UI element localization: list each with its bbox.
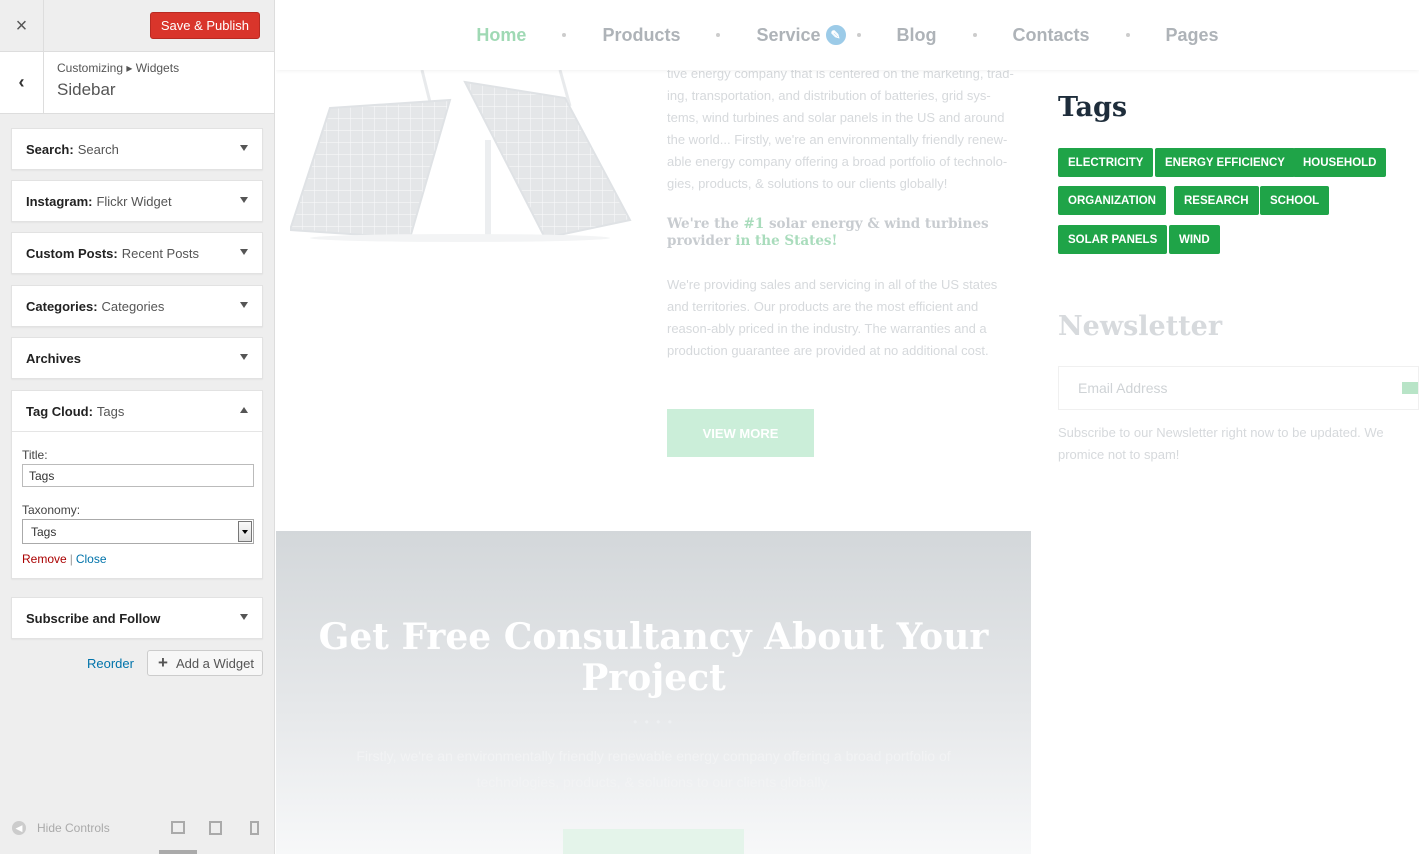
consultancy-banner: Get Free Consultancy About Your Project … <box>276 531 1031 854</box>
widget-type: Instagram: <box>26 193 93 209</box>
widget-custom-posts[interactable]: Custom Posts: Recent Posts <box>11 232 263 274</box>
widget-title: Categories <box>101 298 165 314</box>
add-widget-label: Add a Widget <box>175 655 254 671</box>
cta-divider: • • • • <box>633 715 674 729</box>
add-widget-button[interactable]: + Add a Widget <box>147 650 263 676</box>
widget-title: Tags <box>96 403 125 419</box>
highlight-prefix: We're the <box>667 216 744 232</box>
nav-home[interactable]: Home <box>476 25 526 46</box>
widget-type: Custom Posts: <box>26 245 118 261</box>
newsletter-note: Subscribe to our Newsletter right now to… <box>1058 425 1384 462</box>
solar-panels-image <box>290 70 632 242</box>
customizer-panel: × Save & Publish ‹ Customizing ▸ Widgets… <box>0 0 275 854</box>
dropdown-arrow-icon[interactable] <box>238 521 252 542</box>
breadcrumb: Customizing ▸ Widgets <box>57 61 180 75</box>
email-placeholder: Email Address <box>1078 380 1168 396</box>
tablet-preview-icon[interactable] <box>209 821 222 835</box>
collapse-arrow-icon[interactable] <box>240 407 248 413</box>
widget-tag-cloud[interactable]: Tag Cloud:Tags Title: Taxonomy: Tags Rem… <box>11 390 263 579</box>
view-more-button[interactable]: VIEW MORE <box>667 409 814 457</box>
nav-blog[interactable]: Blog <box>897 25 937 46</box>
widget-type: Search: <box>26 141 74 157</box>
site-preview: Home Products Service ✎ Blog Contacts Pag… <box>276 0 1419 854</box>
widget-type: Tag Cloud: <box>26 403 93 419</box>
desktop-preview-icon[interactable] <box>171 821 185 834</box>
widget-actions: Remove | Close <box>22 552 252 566</box>
nav-contacts[interactable]: Contacts <box>1013 25 1090 46</box>
expand-arrow-icon[interactable] <box>240 197 248 203</box>
widget-title: Flickr Widget <box>96 193 172 209</box>
tag-energy-efficiency[interactable]: ENERGY EFFICIENCY <box>1155 148 1295 177</box>
nav-service[interactable]: Service ✎ <box>756 22 848 47</box>
envelope-icon[interactable] <box>1402 382 1418 394</box>
nav-separator <box>1125 33 1130 37</box>
highlight-number: #1 <box>743 216 765 232</box>
active-device-indicator <box>159 850 197 854</box>
newsletter-title: Newsletter <box>1058 311 1223 342</box>
widget-categories[interactable]: Categories: Categories <box>11 285 263 327</box>
taxonomy-select[interactable]: Tags <box>22 519 254 544</box>
close-link[interactable]: Close <box>76 552 107 566</box>
close-customizer-button[interactable]: × <box>0 0 44 52</box>
widget-subscribe-follow[interactable]: Subscribe and Follow <box>11 597 263 639</box>
tag-solar-panels[interactable]: SOLAR PANELS <box>1058 225 1168 254</box>
save-publish-button[interactable]: Save & Publish <box>149 12 260 39</box>
widget-title: Search <box>77 141 119 157</box>
customizer-footer: ◀ Hide Controls <box>0 804 275 854</box>
newsletter-email-input[interactable]: Email Address <box>1058 366 1419 410</box>
section-title: Sidebar <box>57 80 116 99</box>
cta-button[interactable] <box>563 829 744 854</box>
edit-pencil-icon[interactable]: ✎ <box>823 22 848 47</box>
tags-widget-title: Tags <box>1058 92 1128 123</box>
separator: | <box>69 552 73 566</box>
nav-separator <box>856 33 861 37</box>
expand-arrow-icon[interactable] <box>240 302 248 308</box>
cta-text: Firstly, we're an environmentally friend… <box>356 748 951 790</box>
widget-search[interactable]: Search: Search <box>11 128 263 170</box>
nav-separator <box>562 33 567 37</box>
cta-title: Get Free Consultancy About Your Project <box>318 616 989 699</box>
about-highlight: We're the #1 solar energy & wind turbine… <box>667 216 1019 250</box>
tag-school[interactable]: SCHOOL <box>1260 186 1330 215</box>
widget-type: Categories: <box>26 298 98 314</box>
tag-wind[interactable]: WIND <box>1169 225 1220 254</box>
collapse-icon: ◀ <box>12 821 26 835</box>
section-header: ‹ Customizing ▸ Widgets Sidebar <box>0 52 274 114</box>
widget-type: Subscribe and Follow <box>26 610 161 626</box>
nav-separator <box>716 33 721 37</box>
remove-link[interactable]: Remove <box>22 552 67 566</box>
hide-controls-label: Hide Controls <box>37 821 110 835</box>
customizer-header: × Save & Publish <box>0 0 274 52</box>
tag-household[interactable]: HOUSEHOLD <box>1293 148 1387 177</box>
nav-service-label: Service <box>756 24 821 45</box>
plus-icon: + <box>158 653 168 672</box>
reorder-link[interactable]: Reorder <box>87 656 134 671</box>
expand-arrow-icon[interactable] <box>240 614 248 620</box>
main-navigation: Home Products Service ✎ Blog Contacts Pag… <box>276 0 1419 70</box>
expand-arrow-icon[interactable] <box>240 354 248 360</box>
tag-organization[interactable]: ORGANIZATION <box>1058 186 1166 215</box>
widget-type: Archives <box>26 350 81 366</box>
expand-arrow-icon[interactable] <box>240 249 248 255</box>
tag-cloud-form: Title: Taxonomy: Tags Remove|Close <box>12 431 262 578</box>
expand-arrow-icon[interactable] <box>240 145 248 151</box>
taxonomy-value: Tags <box>31 524 57 539</box>
widget-archives[interactable]: Archives <box>11 337 263 379</box>
tag-electricity[interactable]: ELECTRICITY <box>1058 148 1154 177</box>
widget-title: Recent Posts <box>121 245 200 261</box>
nav-pages[interactable]: Pages <box>1166 25 1219 46</box>
back-arrow-icon[interactable]: ‹ <box>0 52 44 113</box>
tag-research[interactable]: RESEARCH <box>1174 186 1259 215</box>
taxonomy-label: Taxonomy: <box>22 503 81 517</box>
title-input[interactable] <box>22 464 254 487</box>
hide-controls-button[interactable]: ◀ Hide Controls <box>12 821 110 835</box>
nav-separator <box>972 33 977 37</box>
about-paragraph-2: We're providing sales and servicing in a… <box>667 277 998 358</box>
mobile-preview-icon[interactable] <box>250 821 259 835</box>
nav-products[interactable]: Products <box>602 25 680 46</box>
highlight-states: in the States! <box>735 233 838 249</box>
title-label: Title: <box>22 448 48 462</box>
widget-instagram[interactable]: Instagram: Flickr Widget <box>11 180 263 222</box>
about-paragraph: tive energy company that is centered on … <box>667 66 1014 191</box>
